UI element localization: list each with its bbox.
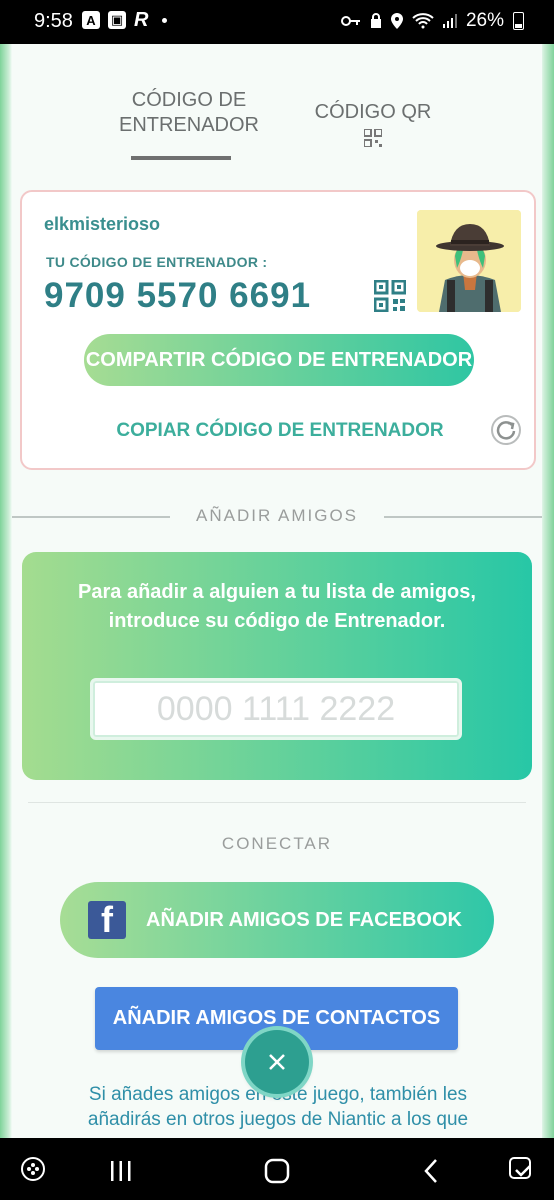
battery-icon xyxy=(513,12,524,30)
tab-trainer-code[interactable]: CÓDIGO DE ENTRENADOR xyxy=(94,88,284,138)
recent-apps-icon[interactable] xyxy=(110,1160,132,1182)
tab-trainer-code-label: CÓDIGO DE ENTRENADOR xyxy=(118,89,259,136)
screen-capture-icon[interactable] xyxy=(508,1156,534,1182)
copy-trainer-code-link[interactable]: COPIAR CÓDIGO DE ENTRENADOR xyxy=(102,420,458,442)
show-qr-icon[interactable] xyxy=(374,280,406,312)
app-screen: CÓDIGO DE ENTRENADOR CÓDIGO QR elkmister… xyxy=(0,44,554,1138)
r-app-icon: R xyxy=(134,8,149,31)
trainer-username: elkmisterioso xyxy=(44,214,161,234)
separator xyxy=(28,802,526,803)
close-button[interactable] xyxy=(245,1030,309,1094)
notification-icons: A ▣ R xyxy=(82,8,168,31)
add-friends-title: AÑADIR AMIGOS xyxy=(195,506,359,525)
add-facebook-friends-label: AÑADIR AMIGOS DE FACEBOOK xyxy=(146,908,462,931)
section-divider-left xyxy=(12,516,170,518)
system-icons: 26% xyxy=(340,10,524,32)
facebook-icon: f xyxy=(88,901,126,939)
active-tab-indicator xyxy=(131,156,231,160)
system-nav-bar xyxy=(0,1138,554,1200)
share-trainer-code-button[interactable]: COMPARTIR CÓDIGO DE ENTRENADOR xyxy=(84,334,474,386)
app-a-icon: A xyxy=(82,11,100,29)
image-icon: ▣ xyxy=(108,11,126,29)
qr-code-icon xyxy=(364,129,382,147)
trainer-avatar xyxy=(417,210,521,312)
tab-qr-code[interactable]: CÓDIGO QR xyxy=(298,100,448,147)
battery-percent: 26% xyxy=(465,10,504,31)
trainer-code-card: elkmisterioso TU CÓDIGO DE ENTRENADOR : … xyxy=(20,190,536,470)
section-divider-right xyxy=(384,516,542,518)
status-bar: 9:58 A ▣ R 26% xyxy=(0,0,554,44)
key-icon xyxy=(340,16,360,26)
friend-code-input[interactable] xyxy=(90,678,462,740)
avatar-image xyxy=(417,210,521,312)
connect-title: CONECTAR xyxy=(221,834,333,853)
add-friend-panel: Para añadir a alguien a tu lista de amig… xyxy=(22,552,532,780)
wifi-icon xyxy=(412,13,434,29)
add-facebook-friends-button[interactable]: f AÑADIR AMIGOS DE FACEBOOK xyxy=(60,882,494,958)
home-icon[interactable] xyxy=(264,1158,290,1184)
close-icon xyxy=(269,1054,285,1070)
trainer-code-label: TU CÓDIGO DE ENTRENADOR : xyxy=(46,254,268,270)
add-friend-instructions: Para añadir a alguien a tu lista de amig… xyxy=(78,581,476,632)
more-notifications-icon xyxy=(162,17,168,23)
trainer-code-value: 9709 5570 6691 xyxy=(44,276,312,315)
back-icon[interactable] xyxy=(422,1158,440,1184)
lock-icon xyxy=(370,13,381,28)
status-time: 9:58 xyxy=(34,10,73,32)
tab-qr-code-label: CÓDIGO QR xyxy=(314,101,432,123)
refresh-icon[interactable] xyxy=(490,414,522,446)
game-launcher-icon[interactable] xyxy=(20,1156,46,1182)
location-icon xyxy=(390,13,403,29)
signal-icon xyxy=(442,14,457,28)
